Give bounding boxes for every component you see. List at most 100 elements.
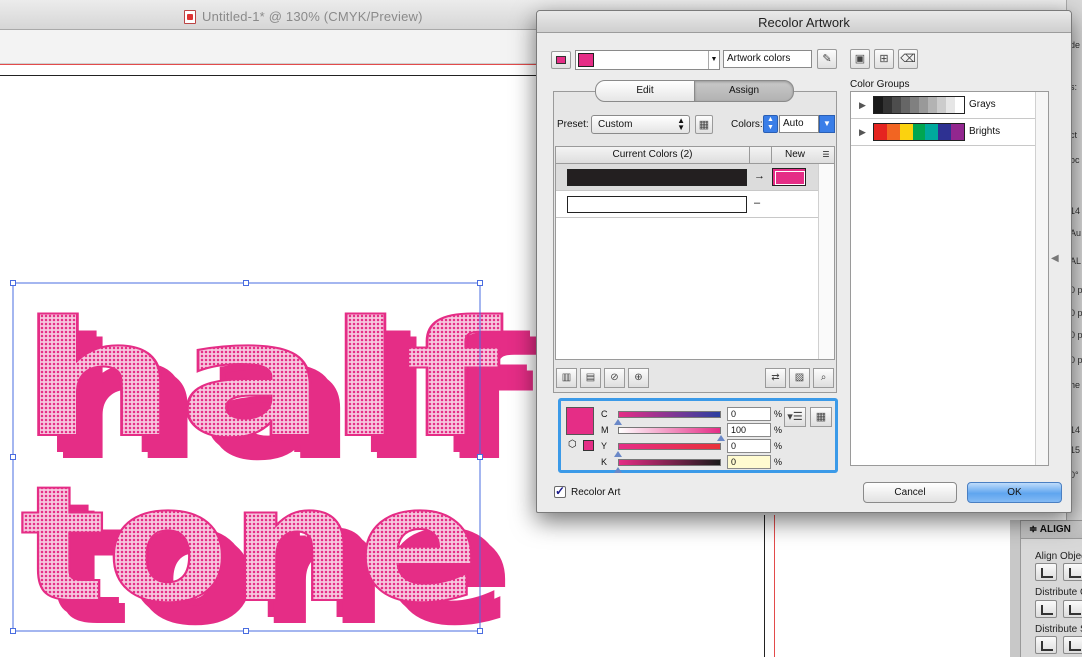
new-row-button[interactable]: ⊕ xyxy=(628,368,649,388)
active-color-swatch[interactable] xyxy=(566,407,594,435)
group-color-chip[interactable] xyxy=(874,124,887,140)
merge-colors-button[interactable]: ▥ xyxy=(556,368,577,388)
no-mapping-dash[interactable]: – xyxy=(754,197,760,209)
distribute-top-button[interactable] xyxy=(1035,600,1057,618)
panel-scrollbar[interactable] xyxy=(1010,520,1020,657)
tab-edit[interactable]: Edit xyxy=(595,80,695,102)
current-colors-header[interactable]: Current Colors (2) xyxy=(556,147,750,163)
yellow-value-field[interactable]: 0 xyxy=(727,439,771,453)
colors-stepper[interactable]: ▲ ▼ xyxy=(763,115,778,133)
bleed-guide-right xyxy=(774,515,775,657)
group-color-chip[interactable] xyxy=(910,97,919,113)
group-color-chip[interactable] xyxy=(901,97,910,113)
cyan-value-field[interactable]: 0 xyxy=(727,407,771,421)
group-color-chip[interactable] xyxy=(883,97,892,113)
table-scrollbar[interactable] xyxy=(818,164,834,359)
cancel-button[interactable]: Cancel xyxy=(863,482,957,503)
selection-handle[interactable] xyxy=(10,454,16,460)
color-reduction-options-button[interactable]: ▦ xyxy=(695,115,713,134)
selection-handle[interactable] xyxy=(477,628,483,634)
group-color-chip[interactable] xyxy=(937,97,946,113)
delete-color-group-button[interactable]: ⌫ xyxy=(898,49,918,69)
separate-colors-button[interactable]: ▤ xyxy=(580,368,601,388)
align-center-button[interactable] xyxy=(1063,563,1082,581)
new-row-icon: ⊕ xyxy=(634,372,643,383)
align-tab[interactable]: ≑ ALIGN xyxy=(1021,521,1082,539)
group-color-chip[interactable] xyxy=(919,97,928,113)
group-color-chip[interactable] xyxy=(928,97,937,113)
distribute-spacing-horizontal-button[interactable] xyxy=(1063,636,1082,654)
mapping-arrow-icon[interactable]: → xyxy=(754,170,765,182)
group-color-chip[interactable] xyxy=(925,124,939,140)
table-row[interactable]: – xyxy=(556,191,818,218)
group-color-chip[interactable] xyxy=(946,97,955,113)
edit-assign-tabs: Edit Assign xyxy=(595,80,795,102)
harmony-rules-menu[interactable]: ▼ xyxy=(575,50,720,70)
color-group-row[interactable]: ▶ Grays xyxy=(851,92,1035,119)
selection-handle[interactable] xyxy=(10,280,16,286)
preset-select[interactable]: Custom ▲ ▼ xyxy=(591,115,690,134)
get-colors-from-artwork-button[interactable] xyxy=(551,51,571,69)
slider-letter: C xyxy=(601,409,608,419)
get-colors-button[interactable]: ✎ xyxy=(817,49,837,69)
new-colors-header[interactable]: New xyxy=(772,147,818,163)
distribute-center-button[interactable] xyxy=(1063,600,1082,618)
column-menu-icon[interactable]: ☰ xyxy=(818,147,834,163)
color-mode-menu-button[interactable]: ▾☰ xyxy=(784,407,806,427)
yellow-slider-row: Y 0 % xyxy=(601,439,782,457)
black-slider-thumb[interactable] xyxy=(614,467,622,473)
cyan-slider-track[interactable] xyxy=(618,411,721,418)
slider-letter: K xyxy=(601,457,608,467)
groups-scrollbar[interactable] xyxy=(1035,92,1048,465)
magenta-value-field[interactable]: 100 xyxy=(727,423,771,437)
color-group-strip[interactable] xyxy=(873,123,965,141)
magenta-slider-track[interactable] xyxy=(618,427,721,434)
randomly-change-saturation-button[interactable]: ▨ xyxy=(789,368,810,388)
new-color-group-button[interactable]: ⊞ xyxy=(874,49,894,69)
yellow-slider-track[interactable] xyxy=(618,443,721,450)
color-group-row[interactable]: ▶ Brights xyxy=(851,119,1035,146)
ok-button[interactable]: OK xyxy=(967,482,1062,503)
collapse-panel-arrow-icon[interactable]: ◀ xyxy=(1051,253,1061,273)
color-group-strip[interactable] xyxy=(873,96,965,114)
disclosure-triangle-icon[interactable]: ▶ xyxy=(859,100,866,111)
gamut-color-swatch[interactable] xyxy=(583,440,594,451)
current-color-bar[interactable] xyxy=(567,196,747,213)
dialog-titlebar[interactable]: Recolor Artwork xyxy=(537,11,1071,33)
chevron-down-icon[interactable]: ▼ xyxy=(708,51,719,69)
disclosure-triangle-icon[interactable]: ▶ xyxy=(859,127,866,138)
colors-label: Colors: xyxy=(731,119,763,130)
new-color-swatch[interactable] xyxy=(772,168,806,186)
color-group-name-field[interactable]: Artwork colors xyxy=(723,50,812,68)
black-value-field[interactable]: 0 xyxy=(727,455,771,469)
group-color-chip[interactable] xyxy=(892,97,901,113)
group-color-chip[interactable] xyxy=(938,124,952,140)
align-left-button[interactable] xyxy=(1035,563,1057,581)
selection-handle[interactable] xyxy=(243,628,249,634)
group-color-chip[interactable] xyxy=(912,124,926,140)
tab-assign[interactable]: Assign xyxy=(694,80,794,102)
find-color-in-artwork-button[interactable]: ⌕ xyxy=(813,368,834,388)
exclude-colors-button[interactable]: ⊘ xyxy=(604,368,625,388)
current-color-bar[interactable] xyxy=(567,169,747,186)
colors-dropdown-button[interactable]: ▼ xyxy=(819,115,835,133)
selection-handle[interactable] xyxy=(243,280,249,286)
selection-handle[interactable] xyxy=(477,280,483,286)
group-color-chip[interactable] xyxy=(886,124,900,140)
randomly-change-order-button[interactable]: ⇄ xyxy=(765,368,786,388)
recolor-art-checkbox[interactable]: ✓ xyxy=(554,485,566,498)
group-color-chip[interactable] xyxy=(874,97,883,113)
group-color-chip[interactable] xyxy=(955,97,964,113)
group-color-chip[interactable] xyxy=(951,124,965,140)
save-changes-to-color-group-button[interactable]: ▣ xyxy=(850,49,870,69)
colors-count-field[interactable]: Auto xyxy=(779,115,819,133)
distribute-spacing-vertical-button[interactable] xyxy=(1035,636,1057,654)
black-slider-track[interactable] xyxy=(618,459,721,466)
color-library-button[interactable]: ▦ xyxy=(810,407,832,427)
selection-handle[interactable] xyxy=(10,628,16,634)
halftone-artwork[interactable]: half half half tone tone tone xyxy=(0,270,540,640)
selection-handle[interactable] xyxy=(477,454,483,460)
out-of-gamut-cube-icon[interactable]: ⬡ xyxy=(568,439,580,451)
table-row[interactable]: → xyxy=(556,164,818,191)
group-color-chip[interactable] xyxy=(899,124,913,140)
